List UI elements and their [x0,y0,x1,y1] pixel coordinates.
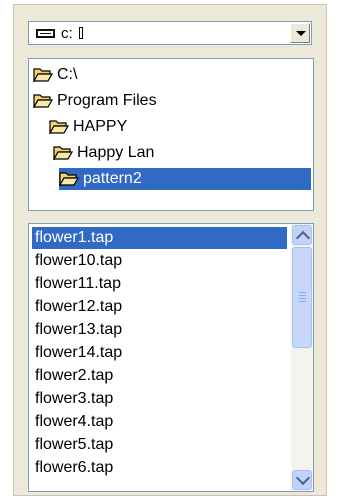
folder-open-icon [48,119,70,141]
file-item[interactable]: flower4.tap [32,411,287,433]
file-item[interactable]: flower6.tap [32,457,287,479]
folder-open-icon [52,145,74,167]
grip-line [299,298,306,299]
file-item[interactable]: flower12.tap [32,296,287,318]
dir-item-pattern2[interactable]: pattern2 [58,168,311,193]
file-item[interactable]: flower13.tap [32,319,287,341]
file-list-scrollbar[interactable] [291,224,313,491]
folder-open-icon [32,67,54,89]
file-item[interactable]: flower11.tap [32,273,287,295]
dir-item-happy[interactable]: HAPPY [48,116,127,141]
grip-line [299,301,306,302]
dir-item-program-files[interactable]: Program Files [32,90,157,115]
grip-line [299,292,306,293]
scroll-down-button[interactable] [292,470,312,490]
chevron-up-icon [295,230,311,246]
scroll-up-button[interactable] [292,225,312,246]
file-item[interactable]: flower14.tap [32,342,287,364]
drive-select[interactable]: c: [28,21,312,45]
folder-open-icon [58,171,80,193]
file-item[interactable]: flower1.tap [32,227,287,249]
dir-item-c-root[interactable]: C:\ [32,64,77,89]
grip-line [299,295,306,296]
scrollbar-thumb[interactable] [292,247,312,348]
drive-cursor [78,27,83,39]
file-dialog-panel: c: C:\ Program Files HAPPY Happy Lan pat… [13,4,327,496]
file-list[interactable]: flower1.tap flower10.tap flower11.tap fl… [28,223,314,492]
directory-tree[interactable]: C:\ Program Files HAPPY Happy Lan patter… [28,58,314,211]
file-item[interactable]: flower10.tap [32,250,287,272]
dir-item-happy-lan[interactable]: Happy Lan [52,142,154,167]
drive-dropdown-button[interactable] [290,23,310,43]
folder-open-icon [32,93,54,115]
file-item[interactable]: flower2.tap [32,365,287,387]
drive-label: c: [61,25,83,42]
chevron-down-icon [295,470,311,486]
file-item[interactable]: flower3.tap [32,388,287,410]
chevron-down-icon [296,31,306,36]
file-item[interactable]: flower5.tap [32,434,287,456]
drive-icon [36,29,55,38]
